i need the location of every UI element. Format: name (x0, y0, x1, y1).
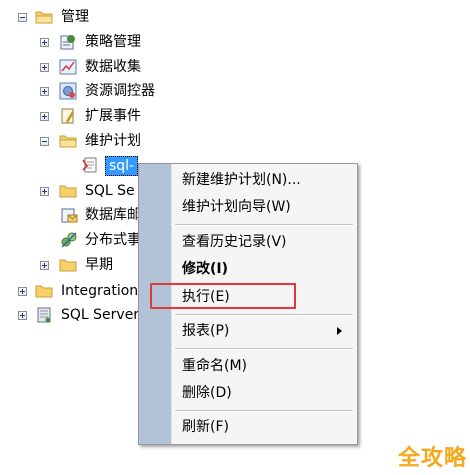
collapse-toggle-icon[interactable] (18, 13, 27, 22)
menu-item-reports[interactable]: 报表(P) (182, 319, 229, 343)
distributed-transaction-icon (61, 232, 77, 248)
watermark-logo: 全攻略 (398, 446, 468, 471)
tree-node-database-mail[interactable]: 数据库邮 (60, 204, 141, 226)
policy-icon (60, 35, 75, 50)
tree-label: SQL Se (85, 183, 135, 199)
menu-item-refresh[interactable]: 刷新(F) (182, 415, 229, 439)
database-mail-icon (61, 208, 78, 223)
expand-toggle-icon[interactable] (40, 187, 49, 196)
tree-node-distributed-transaction[interactable]: 分布式事 (60, 229, 141, 251)
menu-item-view-history[interactable]: 查看历史记录(V) (182, 230, 287, 254)
tree-label: 数据收集 (85, 59, 141, 75)
folder-icon (59, 259, 77, 272)
tree-node-extended-events[interactable]: 扩展事件 (40, 105, 170, 127)
menu-item-delete[interactable]: 删除(D) (182, 381, 232, 405)
expand-toggle-icon[interactable] (40, 112, 49, 121)
tree-label: 扩展事件 (85, 108, 141, 124)
tree-label: 早期 (85, 257, 113, 273)
expand-toggle-icon[interactable] (18, 287, 27, 296)
data-collection-icon (59, 59, 77, 75)
tree-label: SQL Server (61, 307, 140, 323)
submenu-arrow-icon (337, 327, 342, 335)
menu-item-new-maintenance-plan[interactable]: 新建维护计划(N)... (182, 168, 301, 192)
expand-toggle-icon[interactable] (40, 38, 49, 47)
extended-events-icon (61, 108, 75, 124)
tree-node-data-collection[interactable]: 数据收集 (40, 56, 170, 78)
expand-toggle-icon[interactable] (18, 311, 27, 320)
tree-label: sql- (105, 156, 139, 176)
tree-label: 资源调控器 (85, 83, 155, 99)
collapse-toggle-icon[interactable] (40, 137, 49, 146)
folder-icon (35, 285, 53, 298)
server-icon (37, 307, 51, 323)
tree-node-sql-server[interactable]: SQL Server (18, 304, 148, 326)
maintenance-plan-icon (82, 157, 97, 173)
tree-node-sql-server-agent[interactable]: SQL Se (40, 180, 140, 202)
expand-toggle-icon[interactable] (40, 63, 49, 72)
expand-toggle-icon[interactable] (40, 261, 49, 270)
menu-separator (175, 410, 353, 412)
tree-node-integration-services[interactable]: Integration (18, 280, 148, 302)
highlight-box (150, 283, 296, 309)
folder-open-icon (59, 135, 77, 148)
resource-governor-icon (59, 82, 77, 100)
tree-label: 分布式事 (85, 232, 141, 248)
folder-icon (59, 185, 77, 198)
menu-separator (175, 348, 353, 350)
expand-toggle-icon[interactable] (40, 87, 49, 96)
menu-item-rename[interactable]: 重命名(M) (182, 354, 247, 378)
tree-node-management[interactable]: 管理 (18, 6, 138, 28)
tree-label: 管理 (61, 9, 89, 25)
tree-node-policy-management[interactable]: 策略管理 (40, 31, 170, 53)
folder-open-icon (35, 11, 53, 24)
menu-separator (175, 224, 353, 226)
tree-label: 维护计划 (85, 133, 141, 149)
tree-node-maintenance-plans[interactable]: 维护计划 (40, 130, 170, 152)
tree-label: 数据库邮 (85, 207, 141, 223)
tree-node-resource-governor[interactable]: 资源调控器 (40, 80, 180, 102)
tree-node-legacy[interactable]: 早期 (40, 254, 140, 276)
menu-separator (175, 314, 353, 316)
menu-item-modify[interactable]: 修改(I) (182, 257, 228, 281)
tree-label: 策略管理 (85, 34, 141, 50)
tree-label: Integration (61, 283, 139, 299)
menu-item-maintenance-plan-wizard[interactable]: 维护计划向导(W) (182, 195, 291, 219)
